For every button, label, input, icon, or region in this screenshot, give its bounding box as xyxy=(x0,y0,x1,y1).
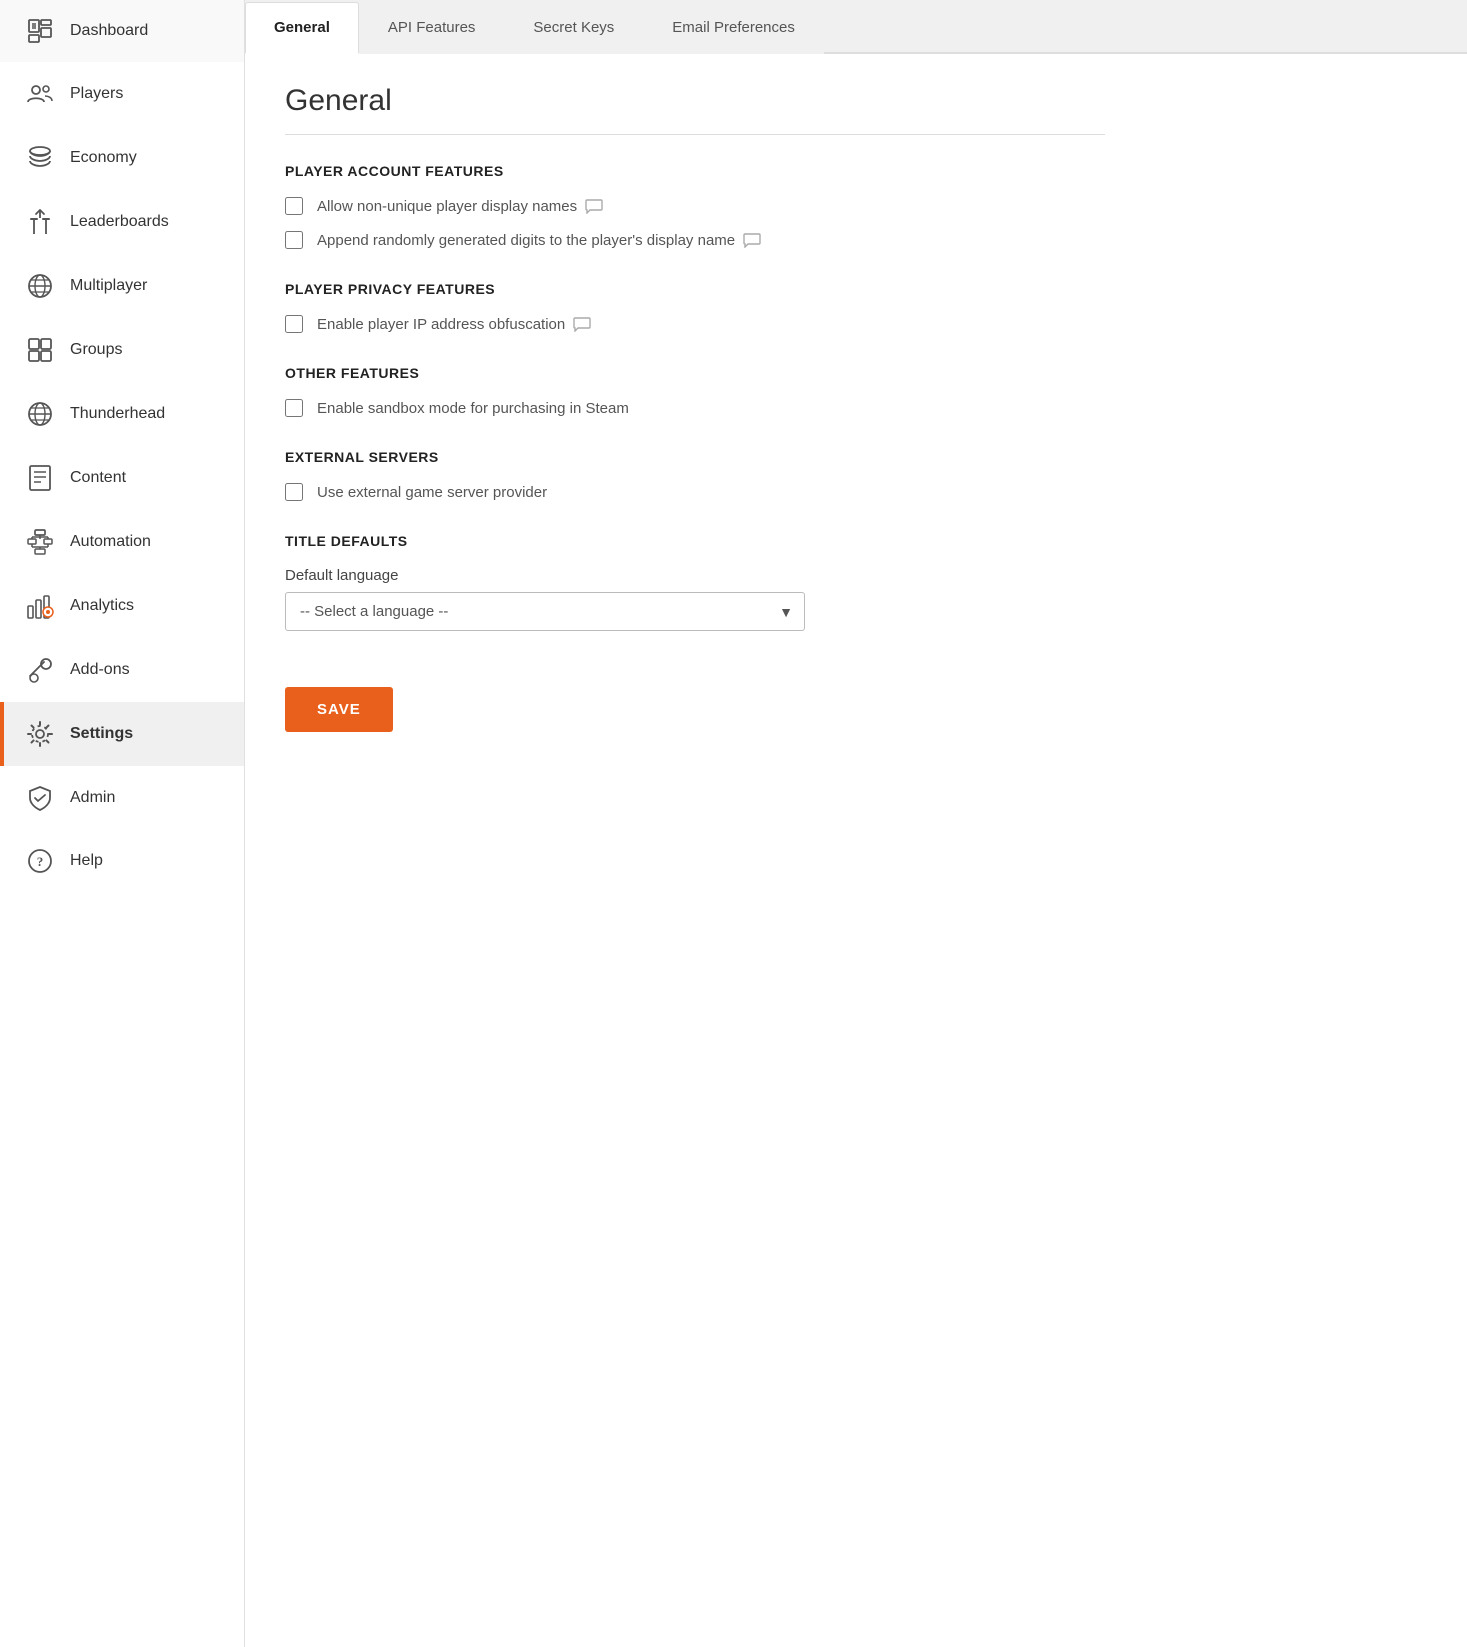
checkbox-append-digits[interactable] xyxy=(285,231,303,249)
language-select[interactable]: -- Select a language -- English French G… xyxy=(285,592,805,631)
sidebar-label-economy: Economy xyxy=(70,149,137,167)
sidebar-item-thunderhead[interactable]: Thunderhead xyxy=(0,382,244,446)
dashboard-icon xyxy=(24,18,56,44)
section-title-title-defaults: TITLE DEFAULTS xyxy=(285,533,1105,549)
sidebar-label-thunderhead: Thunderhead xyxy=(70,405,165,423)
section-other-features: OTHER FEATURES Enable sandbox mode for p… xyxy=(285,365,1105,417)
language-select-wrapper: -- Select a language -- English French G… xyxy=(285,592,805,631)
sidebar-label-dashboard: Dashboard xyxy=(70,22,148,40)
sidebar-label-analytics: Analytics xyxy=(70,597,134,615)
sidebar: Dashboard Players Economy xyxy=(0,0,245,1647)
sidebar-item-dashboard[interactable]: Dashboard xyxy=(0,0,244,62)
sidebar-label-automation: Automation xyxy=(70,533,151,551)
economy-icon xyxy=(24,144,56,172)
section-title-defaults: TITLE DEFAULTS Default language -- Selec… xyxy=(285,533,1105,631)
comment-icon-non-unique-names xyxy=(585,198,603,214)
sidebar-item-players[interactable]: Players xyxy=(0,62,244,126)
help-icon: ? xyxy=(24,848,56,874)
players-icon xyxy=(24,80,56,108)
analytics-icon xyxy=(24,592,56,620)
page-content: General PLAYER ACCOUNT FEATURES Allow no… xyxy=(245,54,1145,762)
comment-icon-append-digits xyxy=(743,232,761,248)
checkbox-label-sandbox-steam: Enable sandbox mode for purchasing in St… xyxy=(317,400,629,417)
svg-text:?: ? xyxy=(37,854,44,869)
sidebar-item-settings[interactable]: Settings xyxy=(0,702,244,766)
groups-icon xyxy=(24,336,56,364)
sidebar-label-multiplayer: Multiplayer xyxy=(70,277,147,295)
leaderboards-icon xyxy=(24,208,56,236)
multiplayer-icon xyxy=(24,272,56,300)
sidebar-label-settings: Settings xyxy=(70,725,133,743)
save-button[interactable]: SAVE xyxy=(285,687,393,732)
addons-icon xyxy=(24,656,56,684)
settings-icon xyxy=(24,720,56,748)
sidebar-item-addons[interactable]: Add-ons xyxy=(0,638,244,702)
section-title-player-account: PLAYER ACCOUNT FEATURES xyxy=(285,163,1105,179)
tab-general[interactable]: General xyxy=(245,2,359,54)
checkbox-label-append-digits: Append randomly generated digits to the … xyxy=(317,232,735,249)
sidebar-item-analytics[interactable]: Analytics xyxy=(0,574,244,638)
section-external-servers: EXTERNAL SERVERS Use external game serve… xyxy=(285,449,1105,501)
sidebar-item-economy[interactable]: Economy xyxy=(0,126,244,190)
page-title: General xyxy=(285,84,1105,118)
sidebar-item-admin[interactable]: Admin xyxy=(0,766,244,830)
checkbox-label-ip-obfuscation: Enable player IP address obfuscation xyxy=(317,316,565,333)
sidebar-item-help[interactable]: ? Help xyxy=(0,830,244,892)
language-field-label: Default language xyxy=(285,567,1105,584)
checkbox-row-sandbox-steam: Enable sandbox mode for purchasing in St… xyxy=(285,399,1105,417)
thunderhead-icon xyxy=(24,400,56,428)
admin-icon xyxy=(24,784,56,812)
content-icon xyxy=(24,464,56,492)
checkbox-label-non-unique-names: Allow non-unique player display names xyxy=(317,198,577,215)
automation-icon xyxy=(24,528,56,556)
sidebar-label-help: Help xyxy=(70,852,103,870)
sidebar-label-content: Content xyxy=(70,469,126,487)
sidebar-label-groups: Groups xyxy=(70,341,122,359)
section-divider xyxy=(285,134,1105,135)
sidebar-item-leaderboards[interactable]: Leaderboards xyxy=(0,190,244,254)
checkbox-label-external-server: Use external game server provider xyxy=(317,484,547,501)
sidebar-item-content[interactable]: Content xyxy=(0,446,244,510)
checkbox-ip-obfuscation[interactable] xyxy=(285,315,303,333)
sidebar-label-addons: Add-ons xyxy=(70,661,130,679)
checkbox-sandbox-steam[interactable] xyxy=(285,399,303,417)
tab-secret-keys[interactable]: Secret Keys xyxy=(504,2,643,54)
checkbox-row-non-unique-names: Allow non-unique player display names xyxy=(285,197,1105,215)
sidebar-label-players: Players xyxy=(70,85,123,103)
sidebar-item-groups[interactable]: Groups xyxy=(0,318,244,382)
checkbox-row-append-digits: Append randomly generated digits to the … xyxy=(285,231,1105,249)
checkbox-row-external-server: Use external game server provider xyxy=(285,483,1105,501)
section-title-external-servers: EXTERNAL SERVERS xyxy=(285,449,1105,465)
tab-api-features[interactable]: API Features xyxy=(359,2,505,54)
section-player-account: PLAYER ACCOUNT FEATURES Allow non-unique… xyxy=(285,163,1105,249)
main-content: General API Features Secret Keys Email P… xyxy=(245,0,1467,1647)
sidebar-label-admin: Admin xyxy=(70,789,115,807)
section-player-privacy: PLAYER PRIVACY FEATURES Enable player IP… xyxy=(285,281,1105,333)
comment-icon-ip-obfuscation xyxy=(573,316,591,332)
section-title-other-features: OTHER FEATURES xyxy=(285,365,1105,381)
sidebar-item-multiplayer[interactable]: Multiplayer xyxy=(0,254,244,318)
tab-email-preferences[interactable]: Email Preferences xyxy=(643,2,824,54)
sidebar-label-leaderboards: Leaderboards xyxy=(70,213,169,231)
checkbox-external-server[interactable] xyxy=(285,483,303,501)
checkbox-row-ip-obfuscation: Enable player IP address obfuscation xyxy=(285,315,1105,333)
sidebar-item-automation[interactable]: Automation xyxy=(0,510,244,574)
checkbox-non-unique-names[interactable] xyxy=(285,197,303,215)
section-title-player-privacy: PLAYER PRIVACY FEATURES xyxy=(285,281,1105,297)
tab-bar: General API Features Secret Keys Email P… xyxy=(245,0,1467,54)
